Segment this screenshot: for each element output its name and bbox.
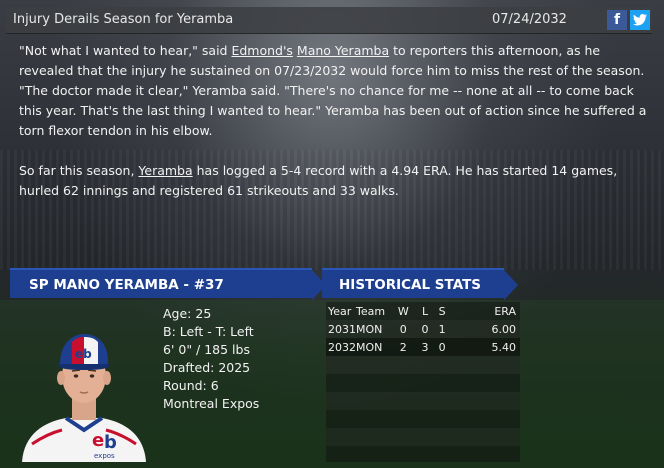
twitter-icon[interactable] — [630, 10, 650, 30]
column-header[interactable]: Team — [356, 302, 390, 320]
historical-stats-banner: HISTORICAL STATS — [322, 268, 518, 300]
svg-text:eb: eb — [75, 347, 92, 361]
player-link[interactable]: Mano Yeramba — [297, 43, 389, 58]
facebook-icon[interactable]: f — [607, 10, 627, 30]
player-height-weight: 6' 0" / 185 lbs — [163, 342, 250, 357]
article-date: 07/24/2032 — [492, 12, 567, 27]
empty-row — [326, 392, 520, 410]
empty-row — [326, 356, 520, 374]
article-paragraph-2: So far this season, Yeramba has logged a… — [19, 163, 618, 198]
player-banner: SP MANO YERAMBA - #37 — [10, 268, 326, 300]
title-bar: Injury Derails Season for Yeramba 07/24/… — [6, 7, 652, 34]
column-header[interactable]: W — [390, 302, 417, 320]
player-age: Age: 25 — [163, 306, 212, 321]
column-header[interactable]: ERA — [451, 302, 520, 320]
player-drafted: Drafted: 2025 — [163, 360, 251, 375]
column-header[interactable]: S — [434, 302, 451, 320]
svg-text:b: b — [104, 432, 117, 453]
column-header[interactable]: L — [417, 302, 434, 320]
svg-text:expos: expos — [94, 452, 115, 460]
table-row: 2032 MON 2 3 0 5.40 — [326, 338, 520, 356]
team-link[interactable]: Edmond's — [231, 43, 292, 58]
historical-stats-table: Year Team W L S ERA 2031 MON 0 0 1 6.00 … — [326, 302, 520, 462]
empty-row — [326, 410, 520, 428]
player-info: Age: 25 B: Left - T: Left 6' 0" / 185 lb… — [163, 305, 259, 413]
player-link[interactable]: Yeramba — [138, 163, 192, 178]
headline: Injury Derails Season for Yeramba — [13, 12, 234, 27]
empty-row — [326, 374, 520, 392]
table-row: 2031 MON 0 0 1 6.00 — [326, 320, 520, 338]
article-body: "Not what I wanted to hear," said Edmond… — [19, 41, 647, 221]
player-bats-throws: B: Left - T: Left — [163, 324, 254, 339]
column-header[interactable]: Year — [326, 302, 356, 320]
empty-row — [326, 446, 520, 464]
article-paragraph-1: "Not what I wanted to hear," said Edmond… — [19, 43, 647, 138]
player-round: Round: 6 — [163, 378, 219, 393]
player-team: Montreal Expos — [163, 396, 260, 411]
player-portrait: e b expos eb — [14, 326, 154, 462]
empty-row — [326, 428, 520, 446]
stats-header-row: Year Team W L S ERA — [326, 302, 520, 320]
svg-text:e: e — [92, 430, 104, 451]
